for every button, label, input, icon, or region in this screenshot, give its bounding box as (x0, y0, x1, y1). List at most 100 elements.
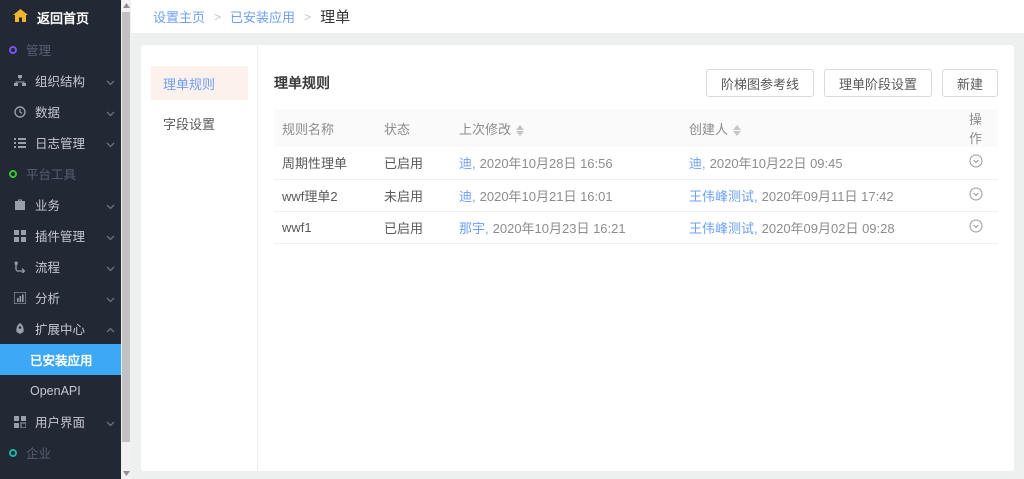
section-title: 理单规则 (274, 73, 330, 93)
last-modified-cell: 迪,2020年10月28日 16:56 (451, 147, 681, 179)
rules-panel: 理单规则 阶梯图参考线 理单阶段设置 新建 规则名称 状态 上次修改 (258, 45, 1014, 471)
sitemap-icon (13, 74, 27, 88)
scroll-up-icon[interactable] (121, 0, 131, 11)
chevron-down-icon (106, 293, 116, 303)
actions-cell (961, 179, 998, 211)
create-new-button[interactable]: 新建 (942, 69, 998, 97)
tab-field-settings[interactable]: 字段设置 (151, 106, 248, 140)
sidebar: 返回首页 管理 组织结构 数据 日志管理 平台工具 业务 (0, 0, 121, 479)
table-row: 周期性理单 已启用 迪,2020年10月28日 16:56 迪, 2020年10月… (274, 147, 998, 179)
sidebar-section-management: 管理 (0, 34, 121, 65)
sidebar-item-installed-apps[interactable]: 已安装应用 (0, 344, 121, 375)
column-header-label: 上次修改 (459, 122, 511, 137)
enterprise-dot-icon (9, 449, 17, 457)
platform-tools-dot-icon (9, 170, 17, 178)
column-header-label: 创建人 (689, 122, 728, 137)
sidebar-item-log-management[interactable]: 日志管理 (0, 127, 121, 158)
chevron-down-icon (106, 138, 116, 148)
table-row: wwf1 已启用 那宇,2020年10月23日 16:21 王伟峰测试,2020… (274, 211, 998, 243)
actions-cell (961, 147, 998, 179)
list-icon (13, 136, 27, 150)
modifier-link[interactable]: 那宇, (459, 221, 489, 236)
created-date: 2020年10月22日 09:45 (710, 156, 843, 171)
last-modified-cell: 迪, 2020年10月21日 16:01 (451, 179, 681, 211)
row-actions-button[interactable] (969, 219, 983, 233)
breadcrumb-settings-home[interactable]: 设置主页 (153, 7, 205, 26)
scrollbar-thumb[interactable] (122, 12, 130, 442)
chevron-down-icon (106, 107, 116, 117)
settings-tabs-panel: 理单规则 字段设置 (141, 45, 258, 471)
scroll-down-icon[interactable] (121, 468, 131, 479)
chevron-down-icon (106, 200, 116, 210)
sidebar-item-label: 流程 (35, 257, 60, 276)
extension-icon (13, 322, 27, 336)
breadcrumb-installed-apps[interactable]: 已安装应用 (230, 7, 295, 26)
modifier-link[interactable]: 迪, (459, 189, 476, 204)
sort-icon[interactable] (516, 125, 524, 136)
clock-icon (13, 105, 27, 119)
step-chart-reference-line-button[interactable]: 阶梯图参考线 (706, 69, 814, 97)
creator-link[interactable]: 王伟峰测试, (689, 189, 758, 204)
rules-table: 规则名称 状态 上次修改 创建人 操作 周期性理单 已启用 (274, 109, 998, 244)
management-dot-icon (9, 46, 17, 54)
row-actions-button[interactable] (969, 187, 983, 201)
column-header-creator[interactable]: 创建人 (681, 109, 961, 147)
order-stage-settings-button[interactable]: 理单阶段设置 (824, 69, 932, 97)
sidebar-item-openapi[interactable]: OpenAPI (0, 375, 121, 406)
sidebar-item-label: 数据 (35, 102, 60, 121)
sidebar-item-business[interactable]: 业务 (0, 189, 121, 220)
rule-name-cell: 周期性理单 (274, 147, 376, 179)
created-date: 2020年09月11日 17:42 (762, 189, 894, 204)
sort-icon[interactable] (733, 125, 741, 136)
column-header-last-modified[interactable]: 上次修改 (451, 109, 681, 147)
table-row: wwf理单2 未启用 迪,2020年10月21日 16:01 王伟峰测试,202… (274, 179, 998, 211)
sidebar-item-label: 组织结构 (35, 71, 85, 90)
rules-header: 理单规则 阶梯图参考线 理单阶段设置 新建 (274, 69, 998, 97)
tab-label: 理单规则 (163, 74, 215, 93)
sidebar-item-plugin-management[interactable]: 插件管理 (0, 220, 121, 251)
sidebar-item-label: 已安装应用 (30, 350, 93, 369)
modified-date: 2020年10月21日 16:01 (480, 189, 613, 204)
back-to-home[interactable]: 返回首页 (0, 0, 121, 34)
creator-link[interactable]: 王伟峰测试, (689, 221, 758, 236)
creator-cell: 王伟峰测试, 2020年09月11日 17:42 (681, 179, 961, 211)
chevron-down-icon (106, 76, 116, 86)
tab-order-rules[interactable]: 理单规则 (151, 66, 248, 100)
chevron-down-icon (106, 417, 116, 427)
sidebar-item-organization[interactable]: 组织结构 (0, 65, 121, 96)
creator-link[interactable]: 迪, (689, 156, 706, 171)
sidebar-scrollbar[interactable] (121, 0, 131, 479)
chevron-down-icon (106, 262, 116, 272)
sidebar-item-data[interactable]: 数据 (0, 96, 121, 127)
breadcrumb-separator-icon: > (304, 10, 311, 24)
chevron-up-icon (106, 324, 116, 334)
sidebar-item-analysis[interactable]: 分析 (0, 282, 121, 313)
last-modified-cell: 那宇, 2020年10月23日 16:21 (451, 211, 681, 243)
briefcase-icon (13, 198, 27, 212)
column-header-actions: 操作 (961, 109, 998, 147)
toolbar: 阶梯图参考线 理单阶段设置 新建 (696, 69, 998, 97)
creator-cell: 王伟峰测试,2020年09月02日 09:28 (681, 211, 961, 243)
status-cell: 已启用 (376, 211, 451, 243)
modified-date: 2020年10月23日 16:21 (493, 221, 626, 236)
chevron-down-icon (106, 231, 116, 241)
column-header-rule-name: 规则名称 (274, 109, 376, 147)
creator-cell: 迪, 2020年10月22日 09:45 (681, 147, 961, 179)
sidebar-section-platform-tools: 平台工具 (0, 158, 121, 189)
sidebar-item-label: 用户界面 (35, 412, 85, 431)
sidebar-item-label: 分析 (35, 288, 60, 307)
sidebar-section-enterprise: 企业 (0, 437, 121, 468)
breadcrumb: 设置主页 > 已安装应用 > 理单 (131, 0, 1024, 33)
sidebar-item-label: 业务 (35, 195, 60, 214)
sidebar-item-user-interface[interactable]: 用户界面 (0, 406, 121, 437)
sidebar-section-label: 管理 (26, 40, 51, 59)
row-actions-button[interactable] (969, 154, 983, 168)
tab-label: 字段设置 (163, 114, 215, 133)
modifier-link[interactable]: 迪, (459, 156, 476, 171)
back-to-home-label: 返回首页 (37, 8, 89, 27)
page-title: 理单 (320, 6, 350, 27)
status-cell: 已启用 (376, 147, 451, 179)
sidebar-item-workflow[interactable]: 流程 (0, 251, 121, 282)
main-area: 设置主页 > 已安装应用 > 理单 理单规则 字段设置 理单规则 阶梯图参考线 … (131, 0, 1024, 479)
sidebar-item-extension-center[interactable]: 扩展中心 (0, 313, 121, 344)
